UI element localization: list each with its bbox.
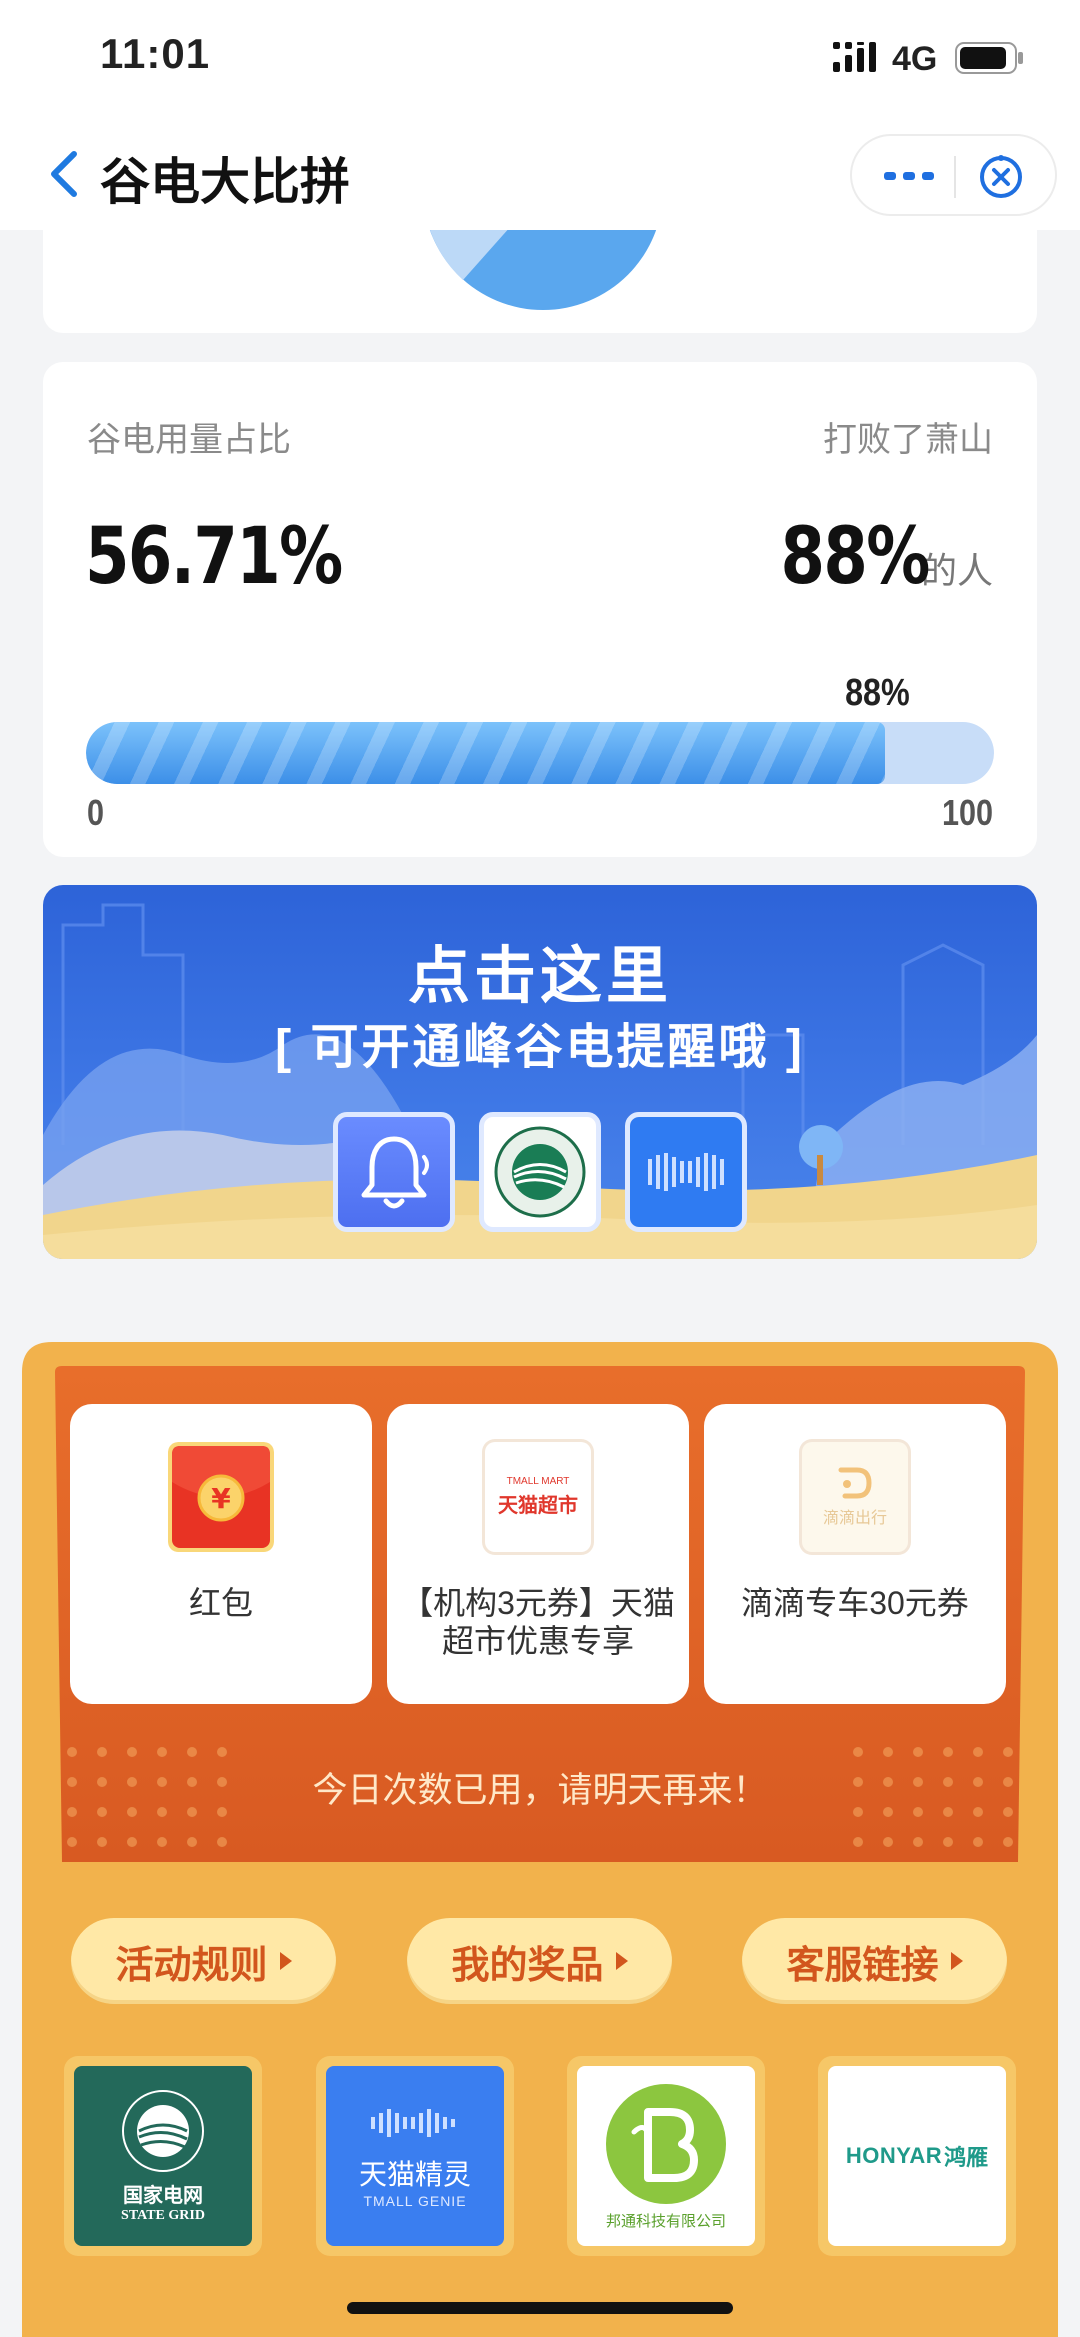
tmall-genie-wave-icon <box>371 2109 455 2137</box>
battery-icon <box>955 42 1023 74</box>
partner-honyar[interactable]: HONYAR 鸿雁 <box>818 2056 1016 2256</box>
valley-usage-value: 56.71% <box>85 512 343 602</box>
my-prizes-button[interactable]: 我的奖品 <box>407 1918 672 2004</box>
state-grid-globe-icon <box>122 2089 204 2172</box>
state-grid-cn: 国家电网 <box>123 2184 203 2207</box>
prize-card-red-envelope[interactable]: ¥ 红包 <box>70 1404 372 1704</box>
triangle-right-icon <box>615 1952 628 1970</box>
banner-title: 点击这里 <box>407 942 672 1011</box>
progress-min-label: 0 <box>87 792 105 833</box>
customer-service-button[interactable]: 客服链接 <box>742 1918 1007 2004</box>
prize-label: 滴滴专车30元券 <box>741 1585 969 1621</box>
progress-fill <box>86 722 886 784</box>
progress-max-label: 100 <box>941 792 993 833</box>
red-envelope-icon: ¥ <box>168 1442 274 1552</box>
back-arrow-icon[interactable] <box>46 146 86 202</box>
prize-label: 红包 <box>188 1585 253 1621</box>
didi-logo-text: 滴滴出行 <box>822 1510 887 1527</box>
bangtong-logo: 邦通科技有限公司 <box>577 2066 755 2246</box>
bangtong-b-icon <box>606 2083 726 2204</box>
my-prizes-label: 我的奖品 <box>451 1944 604 1987</box>
home-indicator[interactable] <box>347 2302 733 2314</box>
honyar-en: HONYAR <box>845 2143 943 2168</box>
tmall-genie-cn: 天猫精灵 <box>358 2159 471 2190</box>
mini-program-capsule <box>850 134 1057 216</box>
close-icon[interactable] <box>976 154 1026 200</box>
svg-text:¥: ¥ <box>211 1482 231 1515</box>
progress-value-label: 88% <box>845 672 910 714</box>
prize-card-didi-coupon[interactable]: 滴滴出行 滴滴专车30元券 <box>704 1404 1006 1704</box>
activity-rules-button[interactable]: 活动规则 <box>71 1918 336 2004</box>
page-title: 谷电大比拼 <box>100 154 350 210</box>
signal-icon <box>833 42 876 72</box>
didi-d-icon <box>838 1467 872 1499</box>
valley-usage-label: 谷电用量占比 <box>87 421 291 459</box>
prize-label: 【机构3元券】天猫超市优惠专享 <box>401 1585 675 1659</box>
triangle-right-icon <box>279 1952 292 1970</box>
bangtong-cn: 邦通科技有限公司 <box>605 2212 726 2230</box>
draw-status-message: 今日次数已用，请明天再来！ <box>312 1771 768 1810</box>
state-grid-logo-icon <box>479 1112 601 1232</box>
tmall-genie-logo: 天猫精灵 TMALL GENIE <box>326 2066 504 2246</box>
banner-subtitle: [ 可开通峰谷电提醒哦 ] <box>275 1021 805 1074</box>
partner-bangtong[interactable]: 邦通科技有限公司 <box>567 2056 765 2256</box>
rank-value: 88% 的人 <box>748 512 993 602</box>
capsule-divider <box>954 156 956 198</box>
partner-state-grid[interactable]: 国家电网 STATE GRID <box>64 2056 262 2256</box>
activity-rules-label: 活动规则 <box>115 1944 268 1987</box>
usage-stats-card: 谷电用量占比 打败了萧山 56.71% 88% 的人 88% 0 100 <box>43 362 1037 857</box>
didi-logo: 滴滴出行 <box>802 1442 908 1552</box>
progress-bar <box>86 722 994 784</box>
prize-card-tmall-coupon[interactable]: TMALL MART 天猫超市 【机构3元券】天猫超市优惠专享 <box>387 1404 689 1704</box>
customer-service-label: 客服链接 <box>786 1944 939 1987</box>
pie-chart-partial <box>429 230 657 310</box>
pie-chart-card <box>43 230 1037 333</box>
tmall-supermarket-text: 天猫超市 <box>498 1495 578 1517</box>
more-icon[interactable] <box>882 158 936 194</box>
state-grid-logo: 国家电网 STATE GRID <box>74 2066 252 2246</box>
reminder-banner[interactable]: 点击这里 [ 可开通峰谷电提醒哦 ] <box>43 885 1037 1259</box>
rank-label: 打败了萧山 <box>823 421 993 459</box>
triangle-right-icon <box>950 1952 963 1970</box>
tmall-genie-icon <box>625 1112 747 1232</box>
tmall-mart-small-label: TMALL MART <box>506 1476 570 1487</box>
tmall-genie-en: TMALL GENIE <box>363 2193 467 2209</box>
bell-icon <box>333 1112 455 1232</box>
status-time: 11:01 <box>100 30 211 77</box>
tmall-supermarket-logo: TMALL MART 天猫超市 <box>485 1442 591 1552</box>
partner-tmall-genie[interactable]: 天猫精灵 TMALL GENIE <box>316 2056 514 2256</box>
honyar-logo: HONYAR 鸿雁 <box>828 2066 1006 2246</box>
nav-bar: 谷电大比拼 <box>0 120 1080 230</box>
network-label: 4G <box>892 40 938 78</box>
rank-suffix: 的人 <box>920 550 993 591</box>
status-bar: 11:01 4G <box>0 0 1080 120</box>
state-grid-en: STATE GRID <box>121 2207 205 2223</box>
rank-percent: 88% <box>780 512 931 602</box>
honyar-cn: 鸿雁 <box>944 2145 989 2170</box>
